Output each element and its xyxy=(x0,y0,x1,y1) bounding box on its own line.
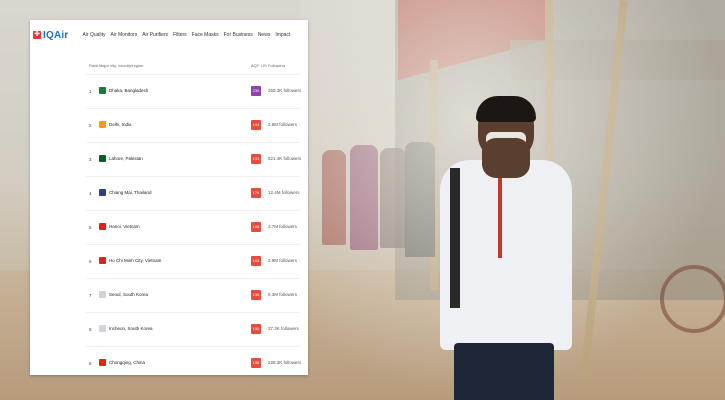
followers-count: 8.3M followers xyxy=(268,292,298,297)
thailand-flag-icon xyxy=(99,189,106,196)
rank-number: 5 xyxy=(89,225,92,230)
followers-count: 521.4K followers xyxy=(268,156,302,161)
city-name[interactable]: Delhi, India xyxy=(109,122,132,127)
aqi-badge: 176 xyxy=(251,188,261,198)
menu-item-air-quality[interactable]: Air Quality xyxy=(82,32,105,38)
bicycle-wheel xyxy=(660,265,725,333)
menu-item-news[interactable]: News xyxy=(258,32,271,38)
iqair-ranking-screenshot: ✚ IQAir Air Quality Air Monitors Air Pur… xyxy=(30,20,308,375)
city-name[interactable]: Hanoi, Vietnam xyxy=(109,224,140,229)
aqi-badge: 155 xyxy=(251,324,261,334)
city-name[interactable]: Chongqing, China xyxy=(109,360,145,365)
table-row[interactable]: 5 Hanoi, Vietnam 168 2.7M followers xyxy=(86,210,300,243)
vietnam-flag-icon xyxy=(99,223,106,230)
aqi-badge: 168 xyxy=(251,222,261,232)
menu-item-face-masks[interactable]: Face Masks xyxy=(192,32,219,38)
city-name[interactable]: Chiang Mai, Thailand xyxy=(109,190,151,195)
city-name[interactable]: Dhaka, Bangladesh xyxy=(109,88,148,93)
china-flag-icon xyxy=(99,359,106,366)
table-row[interactable]: 6 Ho Chi Minh City, Vietnam 163 2.9M fol… xyxy=(86,244,300,277)
table-row[interactable]: 8 Incheon, South Korea 155 37.3K followe… xyxy=(86,312,300,345)
bangladesh-flag-icon xyxy=(99,87,106,94)
aqi-badge: 183 xyxy=(251,154,261,164)
india-flag-icon xyxy=(99,121,106,128)
rank-number: 7 xyxy=(89,293,92,298)
menu-item-impact[interactable]: Impact xyxy=(275,32,290,38)
table-row[interactable]: 7 Seoul, South Korea 156 8.3M followers xyxy=(86,278,300,311)
menu-item-filters[interactable]: Filters xyxy=(173,32,187,38)
pakistan-flag-icon xyxy=(99,155,106,162)
menu-item-air-monitors[interactable]: Air Monitors xyxy=(111,32,138,38)
rank-number: 9 xyxy=(89,361,92,366)
header-city[interactable]: Major city, country/region xyxy=(99,63,143,68)
table-row[interactable]: 1 Dhaka, Bangladesh 239 269.3K followers xyxy=(86,74,302,107)
table-header: Rank Major city, country/region AQI⁺ US … xyxy=(86,61,300,71)
table-row[interactable]: 9 Chongqing, China 155 228.3K followers xyxy=(86,346,302,375)
rank-number: 2 xyxy=(89,123,92,128)
iqair-logo[interactable]: ✚ IQAir xyxy=(33,30,68,41)
header-rank: Rank xyxy=(89,63,99,68)
aqi-badge: 155 xyxy=(251,358,261,368)
rank-number: 8 xyxy=(89,327,92,332)
followers-count: 37.3K followers xyxy=(268,326,299,331)
south-korea-flag-icon xyxy=(99,325,106,332)
student-hair xyxy=(476,96,536,122)
rank-number: 4 xyxy=(89,191,92,196)
rank-number: 6 xyxy=(89,259,92,264)
header-aqi[interactable]: AQI⁺ US xyxy=(251,63,267,68)
hands-over-face xyxy=(482,138,530,178)
rank-number: 3 xyxy=(89,157,92,162)
school-pants xyxy=(454,343,554,400)
main-menu: Air Quality Air Monitors Air Purifiers F… xyxy=(82,32,290,38)
aqi-badge: 163 xyxy=(251,256,261,266)
aqi-badge: 194 xyxy=(251,120,261,130)
backpack-strap xyxy=(450,168,460,308)
followers-count: 2.7M followers xyxy=(268,224,298,229)
vietnam-flag-icon xyxy=(99,257,106,264)
menu-item-for-business[interactable]: For Business xyxy=(224,32,253,38)
aqi-badge: 156 xyxy=(251,290,261,300)
city-name[interactable]: Lahore, Pakistan xyxy=(109,156,143,161)
id-lanyard xyxy=(498,168,502,258)
rank-number: 1 xyxy=(89,89,92,94)
header-followers[interactable]: Followers xyxy=(268,63,285,68)
followers-count: 12.4M followers xyxy=(268,190,300,195)
top-navigation: ✚ IQAir Air Quality Air Monitors Air Pur… xyxy=(30,20,308,50)
followers-count: 2.9M followers xyxy=(268,258,298,263)
student-covering-face xyxy=(430,96,580,400)
city-name[interactable]: Ho Chi Minh City, Vietnam xyxy=(109,258,161,263)
followers-count: 228.3K followers xyxy=(268,360,302,365)
city-name[interactable]: Seoul, South Korea xyxy=(109,292,148,297)
south-korea-flag-icon xyxy=(99,291,106,298)
aqi-badge: 239 xyxy=(251,86,261,96)
followers-count: 2.8M followers xyxy=(268,122,298,127)
followers-count: 269.3K followers xyxy=(268,88,302,93)
table-row[interactable]: 3 Lahore, Pakistan 183 521.4K followers xyxy=(86,142,302,175)
swiss-cross-icon: ✚ xyxy=(33,31,41,39)
city-name[interactable]: Incheon, South Korea xyxy=(109,326,153,331)
menu-item-air-purifiers[interactable]: Air Purifiers xyxy=(142,32,168,38)
table-row[interactable]: 4 Chiang Mai, Thailand 176 12.4M followe… xyxy=(86,176,300,209)
logo-text: IQAir xyxy=(43,29,69,41)
table-row[interactable]: 2 Delhi, India 194 2.8M followers xyxy=(86,108,300,141)
